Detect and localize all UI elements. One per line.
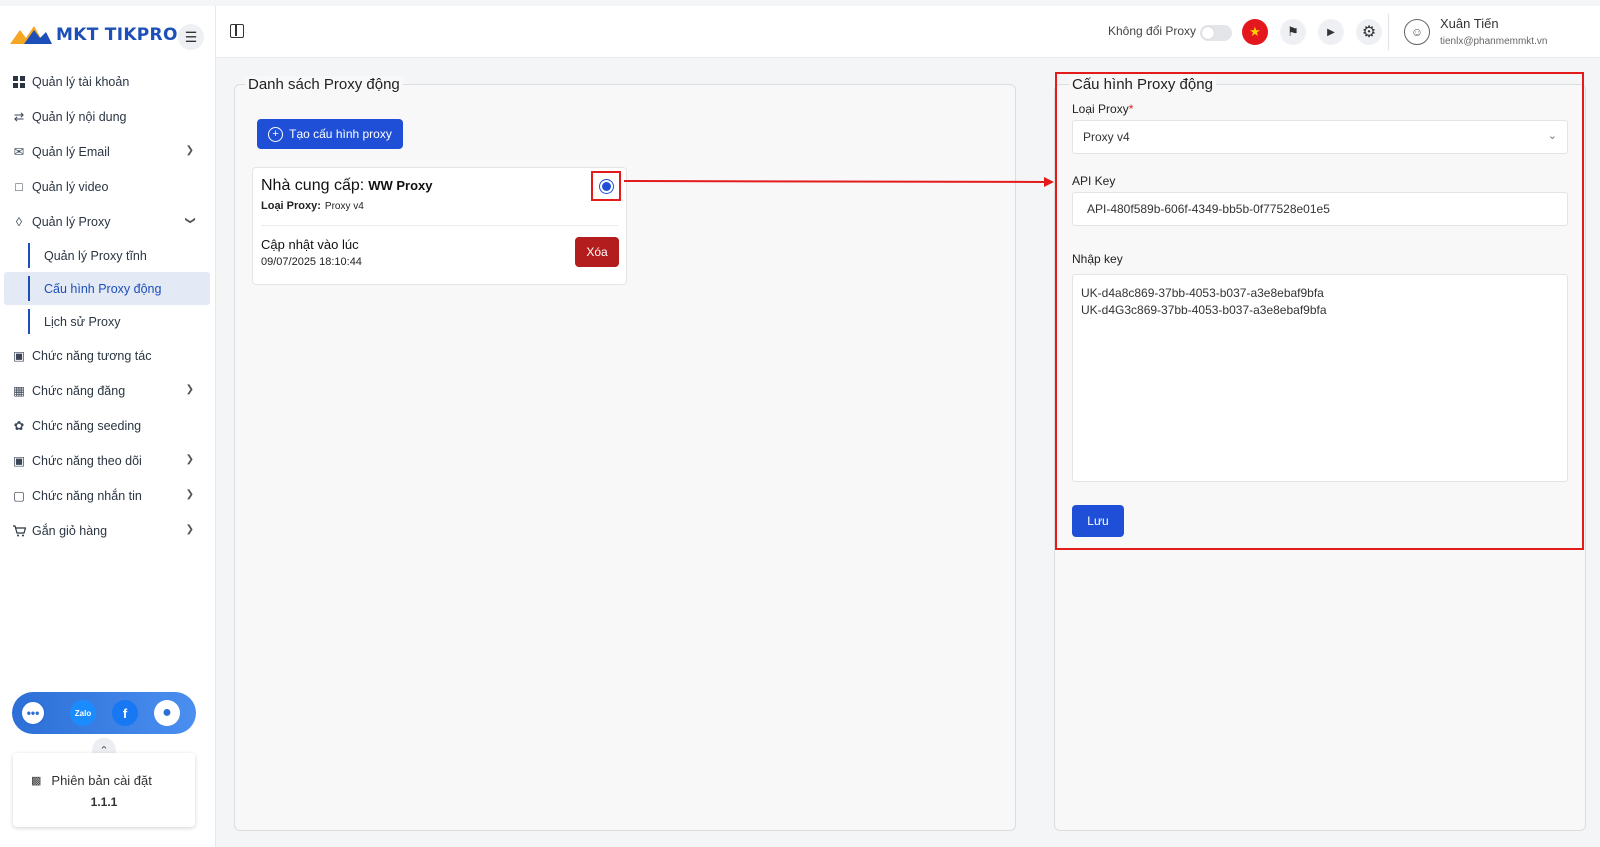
proxy-toggle-label: Không đổi Proxy [1108,24,1197,38]
sidebar-subitem-dynamic-proxy[interactable]: Cấu hình Proxy động [4,272,210,305]
play-icon[interactable]: ▶ [1318,19,1344,45]
delete-button[interactable]: Xóa [575,237,619,267]
video-icon: □ [15,179,23,194]
updated-label: Cập nhật vào lúc [261,237,359,252]
sidebar-subitem-static-proxy[interactable]: Quản lý Proxy tĩnh [0,239,216,272]
chevron-right-icon: ❯ [185,384,194,395]
config-highlight-frame [1055,72,1584,550]
sidebar-item-label: Chức năng đăng [32,383,126,398]
hamburger-icon: ☰ [184,28,198,45]
cart-icon [12,524,26,538]
sidebar-item-follow[interactable]: ▣ Chức năng theo dõi ❯ [0,443,216,478]
sidebar-item-interact[interactable]: ▣ Chức năng tương tác [0,338,216,373]
top-bar: Không đổi Proxy ★ ⚑ ▶ ⚙ ☺ Xuân Tiến tien… [216,6,1600,58]
chevron-right-icon: ❯ [185,524,194,535]
sidebar-subitem-proxy-history[interactable]: Lịch sử Proxy [0,305,216,338]
sidebar-item-label: Quản lý Email [32,144,110,159]
proxy-icon: ◊ [15,214,23,229]
sidebar-item-proxy[interactable]: ◊ Quản lý Proxy ❯ [0,204,216,239]
card-divider [261,225,618,226]
facebook-icon[interactable]: f [112,700,138,726]
version-icon: ▩ [31,775,42,787]
logo-icon [10,26,52,44]
sidebar-item-label: Quản lý nội dung [32,109,127,124]
sidebar-item-message[interactable]: ▢ Chức năng nhắn tin ❯ [0,478,216,513]
brand-name: MKT TIKPRO [56,25,178,45]
provider-label: Nhà cung cấp: [261,177,365,194]
user-email: tienlx@phanmemmkt.vn [1440,36,1548,47]
create-button-label: Tạo cấu hình proxy [289,127,392,141]
header-divider [1388,14,1389,50]
version-title-text: Phiên bản cài đặt [51,773,152,788]
post-icon: ▦ [13,384,25,398]
chevron-right-icon: ❯ [185,145,194,156]
panel-toggle-icon[interactable] [230,24,244,38]
social-links-bar: ••• Zalo f ● [12,692,196,734]
zalo-icon[interactable]: Zalo [70,700,96,726]
proxy-provider-card[interactable]: Nhà cung cấp: WW Proxy Loại Proxy: Proxy v… [252,167,627,285]
provider-heading: Nhà cung cấp: WW Proxy [261,177,432,195]
sidebar-item-account[interactable]: Quản lý tài khoản [0,64,216,99]
sidebar-item-email[interactable]: ✉ Quản lý Email ❯ [0,134,216,169]
provider-select-highlight [591,171,621,201]
sidebar-item-post[interactable]: ▦ Chức năng đăng ❯ [0,373,216,408]
interact-icon: ▣ [13,349,25,363]
grid-icon [12,75,26,89]
plus-circle-icon: + [268,126,284,142]
sidebar-item-label: Chức năng theo dõi [32,453,142,468]
sidebar-item-label: Quản lý Proxy [32,214,111,229]
swap-icon: ⇄ [13,110,25,124]
globe-icon[interactable]: ● [154,700,180,726]
sidebar-item-label: Gắn giỏ hàng [32,523,108,538]
sidebar-item-content[interactable]: ⇄ Quản lý nội dung [0,99,216,134]
create-proxy-config-button[interactable]: + Tạo cấu hình proxy [257,119,403,149]
sidebar-item-label: Chức năng nhắn tin [32,488,142,503]
annotation-arrow [624,177,1054,187]
version-title: ▩ Phiên bản cài đặt [31,773,152,788]
dynamic-proxy-list-panel: Danh sách Proxy động + Tạo cấu hình prox… [234,76,1016,831]
gear-icon[interactable]: ⚙ [1356,19,1382,45]
sidebar-item-label: Quản lý video [32,179,109,194]
sidebar-subitem-label: Cấu hình Proxy động [44,281,162,296]
seed-icon: ✿ [13,419,25,433]
sidebar-subitem-label: Lịch sử Proxy [44,314,121,329]
user-avatar-icon[interactable]: ☺ [1404,19,1430,45]
proxy-type-row: Loại Proxy: Proxy v4 [261,200,364,212]
updated-time: 09/07/2025 18:10:44 [261,256,362,268]
provider-select-radio[interactable] [598,178,614,194]
sidebar-item-label: Chức năng tương tác [32,348,152,363]
version-number: 1.1.1 [90,795,118,809]
follow-icon: ▣ [13,454,25,468]
version-card: ▩ Phiên bản cài đặt 1.1.1 [13,753,195,827]
sidebar-item-seeding[interactable]: ✿ Chức năng seeding [0,408,216,443]
menu-toggle-button[interactable]: ☰ [178,24,204,50]
sidebar-item-label: Quản lý tài khoản [32,74,130,89]
vietnam-flag-icon[interactable]: ★ [1242,19,1268,45]
sidebar-item-cart[interactable]: Gắn giỏ hàng ❯ [0,513,216,548]
bell-icon[interactable]: ⚑ [1280,19,1306,45]
mail-icon: ✉ [13,145,25,159]
panel-title: Danh sách Proxy động [245,76,403,93]
sidebar-item-video[interactable]: □ Quản lý video [0,169,216,204]
provider-name: WW Proxy [368,178,433,193]
sidebar-nav: Quản lý tài khoản ⇄ Quản lý nội dung ✉ Q… [0,64,216,548]
proxy-toggle-switch[interactable] [1200,25,1232,41]
sidebar: MKT TIKPRO ☰ Quản lý tài khoản ⇄ Quản lý… [0,6,216,847]
support-chat-icon[interactable]: ••• [20,700,46,726]
message-icon: ▢ [13,489,25,503]
user-name[interactable]: Xuân Tiến [1440,16,1499,31]
chevron-right-icon: ❯ [185,489,194,500]
proxy-type-label: Loại Proxy: [261,200,321,212]
sidebar-item-label: Chức năng seeding [32,418,142,433]
brand-logo[interactable]: MKT TIKPRO [10,22,178,48]
sidebar-subitem-label: Quản lý Proxy tĩnh [44,248,147,263]
proxy-type-value: Proxy v4 [324,201,364,212]
chevron-down-icon: ❯ [184,216,196,225]
chevron-right-icon: ❯ [185,454,194,465]
